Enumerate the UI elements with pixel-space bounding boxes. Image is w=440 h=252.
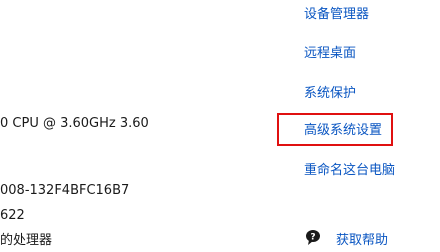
rename-pc-link[interactable]: 重命名这台电脑: [304, 163, 395, 179]
system-protection-link[interactable]: 系统保护: [304, 86, 356, 102]
system-number-info: 622: [0, 208, 25, 223]
svg-text:?: ?: [310, 233, 315, 243]
highlight-box: [277, 113, 393, 146]
get-help-link[interactable]: ? 获取帮助: [304, 228, 388, 248]
get-help-label: 获取帮助: [336, 232, 389, 248]
device-manager-link[interactable]: 设备管理器: [304, 7, 369, 23]
processor-info: 0 CPU @ 3.60GHz 3.60: [0, 116, 149, 131]
help-icon: ?: [304, 228, 324, 248]
remote-desktop-link[interactable]: 远程桌面: [304, 46, 356, 62]
system-about-page: 0 CPU @ 3.60GHz 3.60 008-132F4BFC16B7 62…: [0, 0, 440, 252]
product-id-info: 008-132F4BFC16B7: [0, 183, 130, 198]
processor-note-info: 的处理器: [0, 233, 53, 248]
